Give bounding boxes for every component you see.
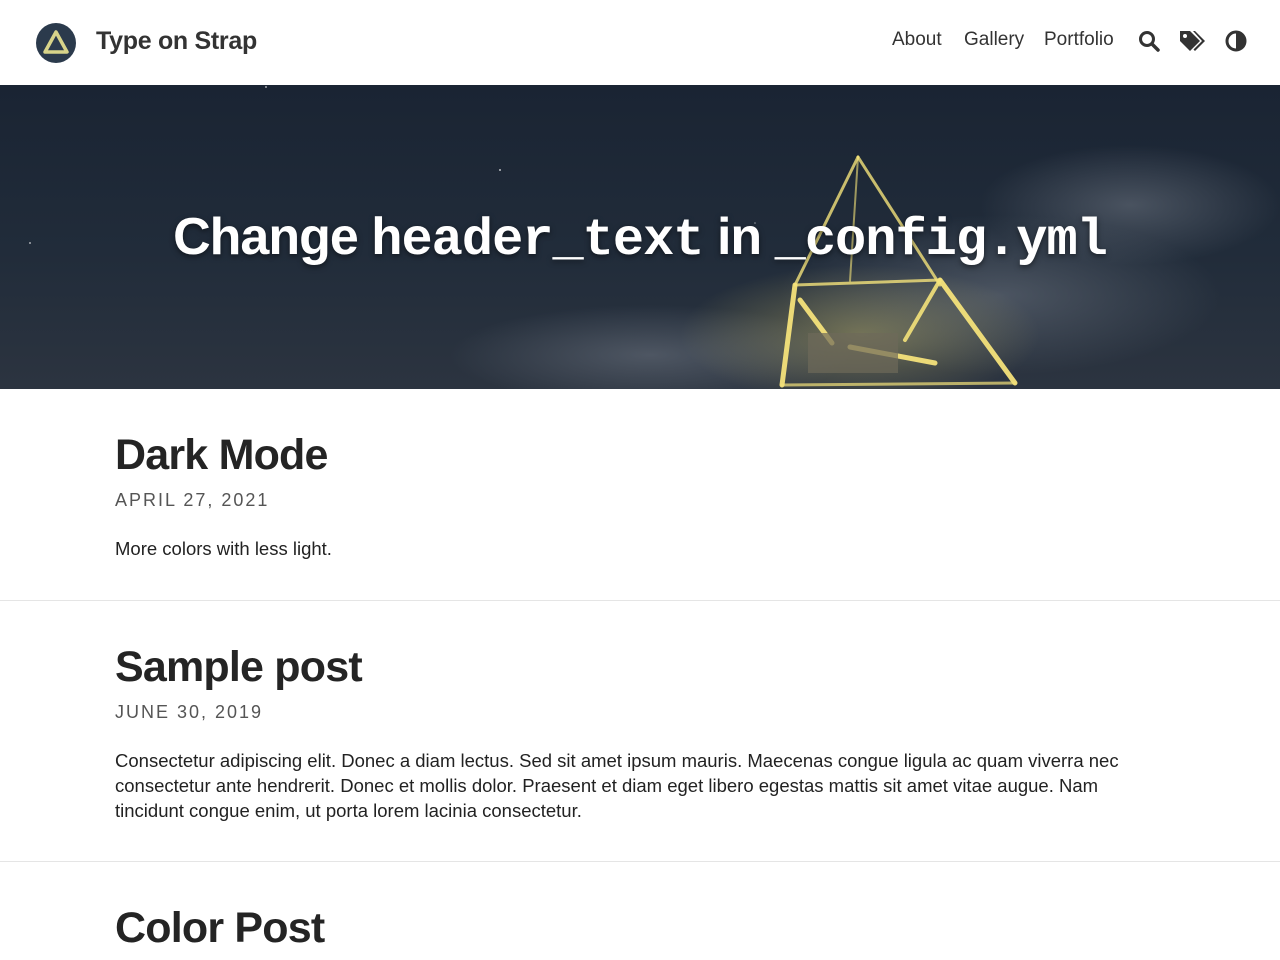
- post-date: JUNE 30, 2019: [115, 702, 264, 722]
- hero-text-before: Change: [173, 208, 372, 266]
- post-title[interactable]: Sample post: [115, 643, 363, 692]
- hero-text-middle: in: [703, 208, 775, 266]
- post-title[interactable]: Color Post: [115, 904, 325, 953]
- hero-code-config-file: _config.yml: [774, 211, 1108, 270]
- post-excerpt: More colors with less light.: [115, 538, 332, 559]
- nav-link-about[interactable]: About: [892, 29, 942, 51]
- post-item: Dark Mode APRIL 27, 2021 More colors wit…: [0, 389, 1280, 601]
- nav-link-gallery[interactable]: Gallery: [964, 29, 1024, 51]
- post-date: APRIL 27, 2021: [115, 490, 270, 510]
- theme-toggle-icon[interactable]: [1225, 30, 1247, 57]
- post-title[interactable]: Dark Mode: [115, 431, 328, 480]
- hero-code-header-text: header_text: [371, 211, 704, 270]
- top-navbar: Type on Strap About Gallery Portfolio: [0, 0, 1280, 85]
- nav-link-portfolio[interactable]: Portfolio: [1044, 29, 1114, 51]
- post-item: Color Post: [0, 862, 1280, 960]
- triangle-logo-icon: [43, 30, 69, 54]
- search-icon[interactable]: [1138, 30, 1160, 57]
- tags-icon[interactable]: [1178, 29, 1208, 58]
- site-logo[interactable]: [36, 23, 76, 63]
- post-item: Sample post JUNE 30, 2019 Consectetur ad…: [0, 601, 1280, 862]
- hero-title: Change header_text in _config.yml: [0, 207, 1280, 270]
- site-title[interactable]: Type on Strap: [96, 27, 257, 56]
- hero-banner: Change header_text in _config.yml: [0, 85, 1280, 389]
- post-excerpt: Consectetur adipiscing elit. Donec a dia…: [115, 750, 1119, 821]
